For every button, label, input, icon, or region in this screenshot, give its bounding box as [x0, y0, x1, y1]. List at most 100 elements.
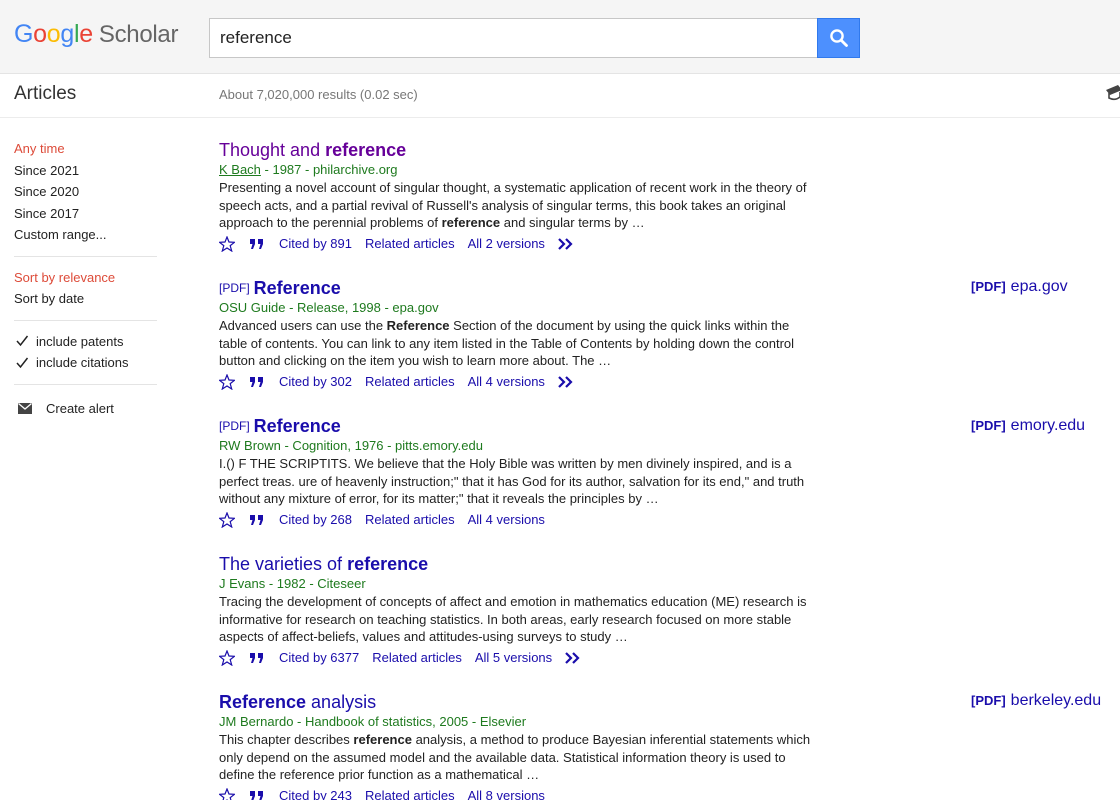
- author-link[interactable]: K Bach: [219, 162, 261, 177]
- cite-quote-icon[interactable]: [249, 376, 265, 388]
- save-star-icon[interactable]: [219, 787, 235, 800]
- results-count: About 7,020,000 results (0.02 sec): [219, 87, 418, 102]
- result-item: Reference analysis JM Bernardo - Handboo…: [219, 691, 819, 800]
- cite-quote-icon[interactable]: [249, 790, 265, 800]
- sort-by-relevance[interactable]: Sort by relevance: [14, 267, 164, 289]
- snippet-highlight: reference: [441, 215, 501, 230]
- result-item: [PDF] Reference OSU Guide - Release, 1998…: [219, 277, 819, 393]
- related-articles-link[interactable]: Related articles: [372, 650, 462, 665]
- cited-by-link[interactable]: Cited by 243: [279, 788, 352, 800]
- include-patents-checkbox[interactable]: include patents: [14, 331, 164, 353]
- side-pdf-link[interactable]: [PDF] emory.edu: [971, 417, 1085, 435]
- result-actions: Cited by 891 Related articles All 2 vers…: [219, 233, 819, 255]
- save-star-icon[interactable]: [219, 511, 235, 528]
- save-star-icon[interactable]: [219, 235, 235, 252]
- search-button[interactable]: [817, 18, 860, 58]
- meta-text: OSU Guide - Release, 1998 - epa.gov: [219, 300, 439, 315]
- result-title-link[interactable]: The varieties of reference: [219, 553, 819, 575]
- result-meta: RW Brown - Cognition, 1976 - pitts.emory…: [219, 437, 819, 455]
- save-star-icon[interactable]: [219, 649, 235, 666]
- filter-custom-range[interactable]: Custom range...: [14, 224, 164, 246]
- pdf-domain: berkeley.edu: [1010, 692, 1102, 709]
- search-icon: [829, 29, 848, 47]
- snippet-text: I.() F THE SCRIPTITS. We believe that th…: [219, 456, 805, 506]
- all-versions-link[interactable]: All 8 versions: [468, 788, 545, 800]
- include-citations-checkbox[interactable]: include citations: [14, 352, 164, 374]
- include-citations-label: include citations: [36, 355, 129, 371]
- all-versions-link[interactable]: All 4 versions: [468, 512, 545, 527]
- filter-any-time[interactable]: Any time: [14, 138, 164, 160]
- meta-text: J Evans - 1982 - Citeseer: [219, 576, 366, 591]
- snippet-text: This chapter describes: [219, 732, 354, 747]
- logo-scholar-text: Scholar: [98, 21, 179, 48]
- sidebar-divider: [14, 319, 157, 321]
- related-articles-link[interactable]: Related articles: [365, 236, 455, 251]
- sort-by-date[interactable]: Sort by date: [14, 288, 164, 310]
- logo-letter: o: [46, 20, 61, 48]
- result-actions: Cited by 6377 Related articles All 5 ver…: [219, 647, 819, 669]
- cite-quote-icon[interactable]: [249, 514, 265, 526]
- title-text: Thought and: [219, 140, 326, 160]
- sidebar-divider: [14, 255, 157, 257]
- meta-text: RW Brown - Cognition, 1976 - pitts.emory…: [219, 438, 483, 453]
- result-actions: Cited by 268 Related articles All 4 vers…: [219, 509, 819, 531]
- result-title-link[interactable]: [PDF] Reference: [219, 277, 819, 299]
- cited-by-link[interactable]: Cited by 268: [279, 512, 352, 527]
- result-meta: J Evans - 1982 - Citeseer: [219, 575, 819, 593]
- more-chevron-icon[interactable]: [558, 237, 574, 250]
- checkmark-icon: [14, 334, 29, 349]
- cited-by-link[interactable]: Cited by 302: [279, 374, 352, 389]
- title-text: The varieties of: [219, 554, 348, 574]
- result-title-link[interactable]: [PDF] Reference: [219, 415, 819, 437]
- all-versions-link[interactable]: All 4 versions: [468, 374, 545, 389]
- side-pdf-link[interactable]: [PDF] epa.gov: [971, 278, 1068, 296]
- result-snippet: Tracing the development of concepts of a…: [219, 593, 814, 646]
- all-versions-link[interactable]: All 5 versions: [475, 650, 552, 665]
- title-highlight: Reference: [219, 692, 307, 712]
- create-alert-label: Create alert: [46, 401, 114, 416]
- pdf-domain: epa.gov: [1010, 278, 1068, 295]
- logo-letter: e: [79, 20, 93, 48]
- more-chevron-icon[interactable]: [558, 375, 574, 388]
- more-chevron-icon[interactable]: [565, 651, 581, 664]
- result-snippet: This chapter describes reference analysi…: [219, 731, 814, 784]
- result-title-link[interactable]: Thought and reference: [219, 139, 819, 161]
- result-snippet: I.() F THE SCRIPTITS. We believe that th…: [219, 455, 814, 508]
- related-articles-link[interactable]: Related articles: [365, 788, 455, 800]
- title-highlight: reference: [325, 140, 407, 160]
- related-articles-link[interactable]: Related articles: [365, 512, 455, 527]
- result-item: The varieties of reference J Evans - 198…: [219, 553, 819, 669]
- all-versions-link[interactable]: All 2 versions: [468, 236, 545, 251]
- result-actions: Cited by 243 Related articles All 8 vers…: [219, 785, 819, 800]
- result-meta: OSU Guide - Release, 1998 - epa.gov: [219, 299, 819, 317]
- result-meta: JM Bernardo - Handbook of statistics, 20…: [219, 713, 819, 731]
- section-title: Articles: [14, 83, 77, 104]
- pdf-tag: [PDF]: [971, 279, 1006, 294]
- header: Google Scholar: [0, 0, 1120, 74]
- graduation-cap-icon[interactable]: [1106, 85, 1120, 103]
- logo-letter: g: [60, 20, 74, 48]
- result-meta: K Bach - 1987 - philarchive.org: [219, 161, 819, 179]
- include-patents-label: include patents: [36, 333, 124, 349]
- google-scholar-logo[interactable]: Google Scholar: [14, 20, 178, 49]
- result-title-link[interactable]: Reference analysis: [219, 691, 819, 713]
- pdf-tag: [PDF]: [219, 281, 250, 295]
- filter-since-2020[interactable]: Since 2020: [14, 181, 164, 203]
- snippet-text: Advanced users can use the: [219, 318, 387, 333]
- save-star-icon[interactable]: [219, 373, 235, 390]
- side-pdf-link[interactable]: [PDF] berkeley.edu: [971, 692, 1101, 710]
- snippet-text: and singular terms by …: [500, 215, 645, 230]
- cited-by-link[interactable]: Cited by 6377: [279, 650, 359, 665]
- result-item: Thought and reference K Bach - 1987 - ph…: [219, 139, 819, 255]
- sidebar-divider: [14, 383, 157, 385]
- related-articles-link[interactable]: Related articles: [365, 374, 455, 389]
- cite-quote-icon[interactable]: [249, 652, 265, 664]
- filter-since-2017[interactable]: Since 2017: [14, 203, 164, 225]
- cited-by-link[interactable]: Cited by 891: [279, 236, 352, 251]
- cite-quote-icon[interactable]: [249, 238, 265, 250]
- search-input[interactable]: [209, 18, 818, 58]
- filter-since-2021[interactable]: Since 2021: [14, 160, 164, 182]
- create-alert-button[interactable]: Create alert: [14, 399, 164, 419]
- title-text: analysis: [306, 692, 377, 712]
- logo-letter: o: [33, 20, 47, 48]
